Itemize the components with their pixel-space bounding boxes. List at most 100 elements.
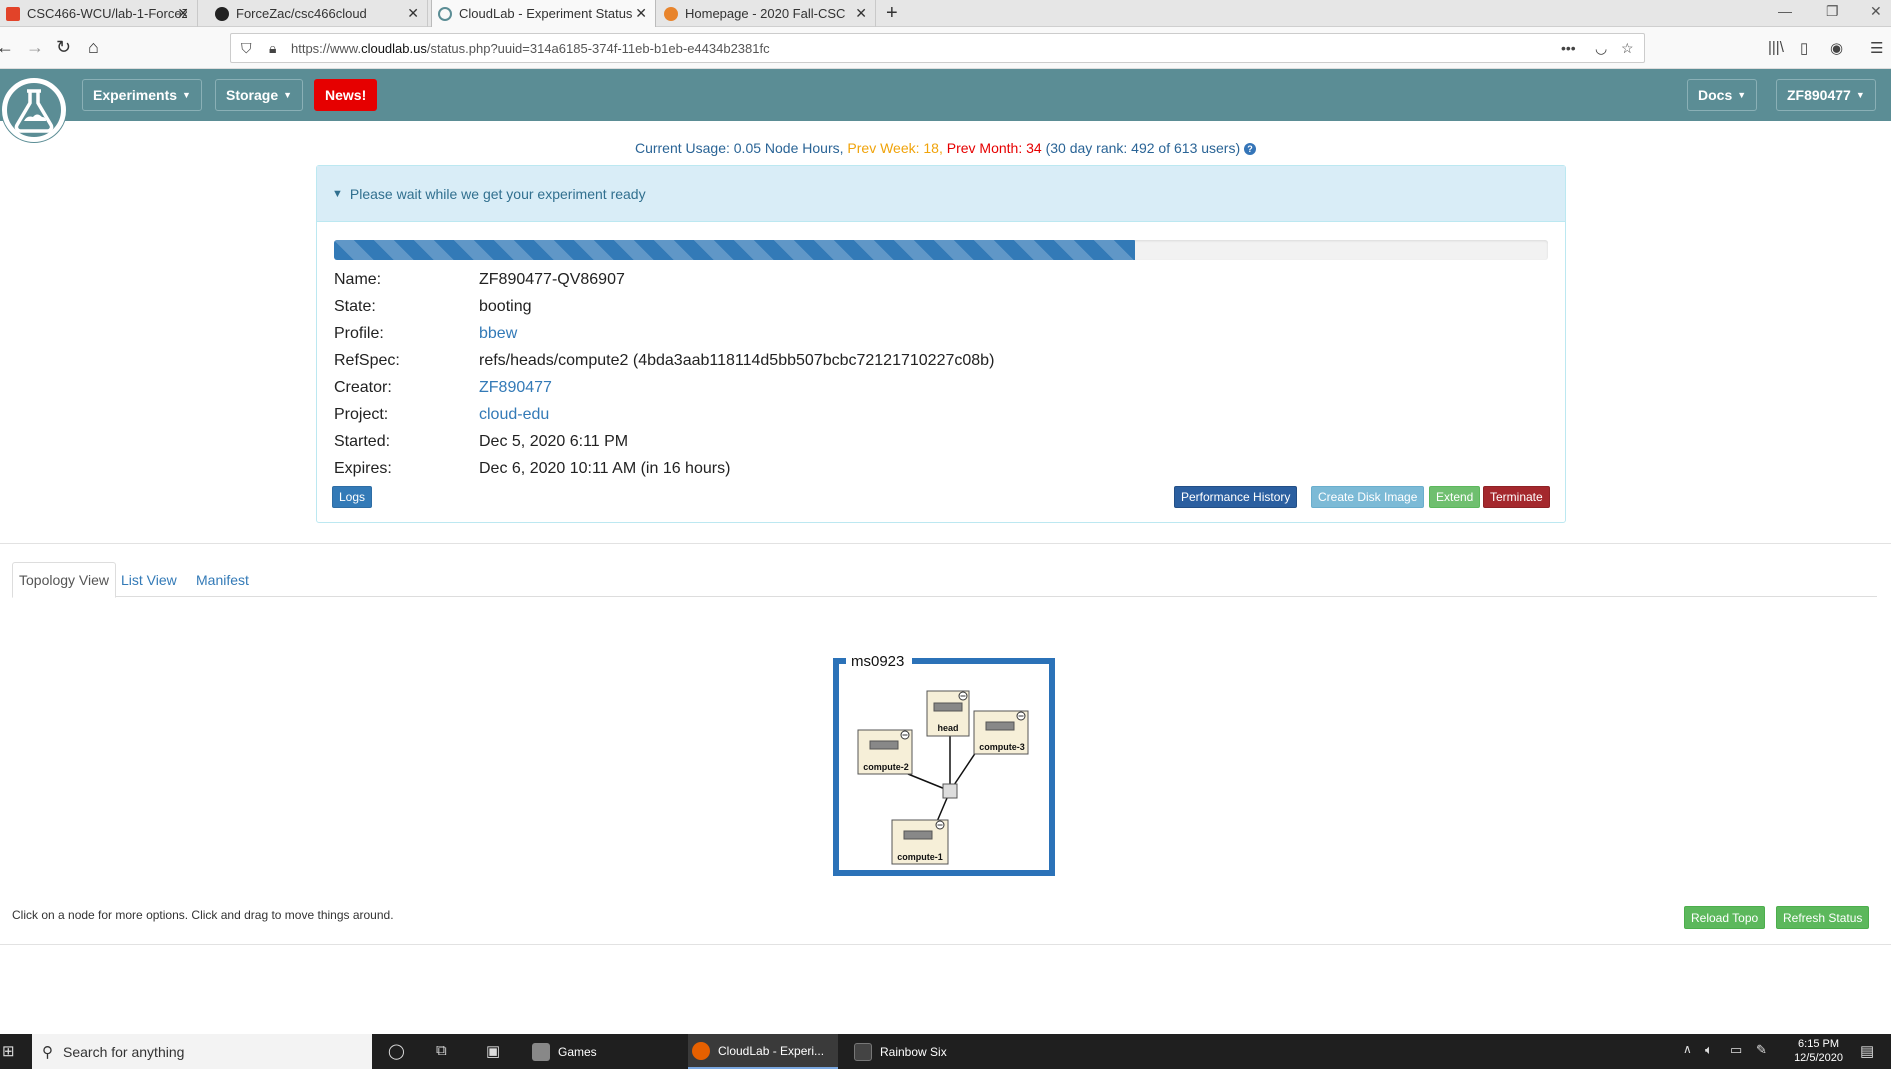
state-value: booting	[479, 298, 532, 315]
refresh-status-button[interactable]: Refresh Status	[1776, 906, 1870, 929]
browser-tab-bar: CSC466-WCU/lab-1-ForceZac ✕ ForceZac/csc…	[0, 0, 1891, 27]
create-disk-image-button[interactable]: Create Disk Image	[1311, 486, 1425, 508]
home-icon[interactable]: ⌂	[88, 37, 99, 58]
rainbow-six-label: Rainbow Six	[880, 1044, 947, 1059]
url-path: /status.php?uuid=314a6185-374f-11eb-b1eb…	[426, 41, 770, 56]
tab-topology-view[interactable]: Topology View	[12, 562, 117, 598]
menu-icon[interactable]: ☰	[1870, 39, 1883, 57]
performance-history-button[interactable]: Performance History	[1174, 486, 1298, 508]
system-clock[interactable]: 6:15 PM 12/5/2020	[1794, 1037, 1843, 1065]
forward-icon[interactable]: →	[26, 37, 44, 58]
terminate-button[interactable]: Terminate	[1483, 486, 1550, 508]
docs-menu[interactable]: Docs ▼	[1687, 79, 1758, 111]
node-compute-3[interactable]: compute-3	[973, 710, 1029, 755]
storage-menu[interactable]: Storage ▼	[215, 79, 304, 111]
chevron-up-icon[interactable]: ∧	[1683, 1042, 1692, 1056]
back-icon[interactable]: ←	[0, 37, 14, 58]
lock-icon[interactable]: 🔒︎	[269, 40, 276, 57]
bookmark-star-icon[interactable]: ☆	[1621, 40, 1634, 57]
user-label: ZF890477	[1787, 87, 1851, 103]
task-view-icon[interactable]: ⧉	[436, 1042, 447, 1059]
caret-down-icon: ▼	[1855, 90, 1865, 100]
taskbar-search[interactable]: ⚲ Search for anything	[32, 1034, 372, 1069]
volume-icon[interactable]: 🔈︎	[1705, 1042, 1713, 1058]
windows-start-icon[interactable]: ⊞	[2, 1042, 15, 1060]
search-placeholder: Search for anything	[63, 1043, 185, 1060]
extend-button[interactable]: Extend	[1429, 486, 1481, 508]
news-button[interactable]: News!	[314, 79, 378, 111]
network-icon[interactable]: ▭	[1730, 1042, 1742, 1058]
tab-title: Homepage - 2020 Fall-CSC466-	[685, 6, 845, 21]
cloudlab-icon	[438, 6, 452, 21]
user-menu[interactable]: ZF890477 ▼	[1776, 79, 1876, 111]
more-icon[interactable]: •••	[1561, 40, 1576, 56]
close-icon[interactable]: ✕	[635, 5, 647, 22]
taskbar-app-firefox[interactable]: CloudLab - Experi...	[688, 1034, 838, 1069]
storage-label: Storage	[226, 87, 279, 103]
taskbar-app-games[interactable]: Games	[530, 1034, 680, 1069]
rainbow-six-icon	[854, 1042, 872, 1061]
url-bar[interactable]: ⛉ 🔒︎ https://www.cloudlab.us/status.php?…	[230, 33, 1645, 63]
creator-link[interactable]: ZF890477	[479, 379, 552, 397]
logs-button[interactable]: Logs	[332, 486, 373, 508]
cortana-icon[interactable]: ◯	[388, 1042, 405, 1060]
node-compute-2[interactable]: compute-2	[857, 729, 913, 775]
project-label: Project:	[334, 406, 389, 423]
node-label-compute-2: compute-2	[863, 762, 909, 772]
progress-bar	[334, 240, 1548, 260]
node-label-compute-3: compute-3	[979, 742, 1025, 752]
tab-list-view[interactable]: List View	[115, 562, 183, 597]
tab-manifest[interactable]: Manifest	[190, 562, 255, 597]
project-link[interactable]: cloud-edu	[479, 406, 549, 424]
file-explorer-icon[interactable]: ▣	[486, 1042, 500, 1060]
browser-nav-bar: ← → ↻ ⌂ ⛉ 🔒︎ https://www.cloudlab.us/sta…	[0, 27, 1891, 69]
window-close-icon[interactable]: ✕	[1870, 3, 1882, 20]
library-icon[interactable]: |||\	[1768, 39, 1784, 56]
minimize-icon[interactable]: —	[1778, 3, 1792, 19]
started-value: Dec 5, 2020 6:11 PM	[479, 433, 629, 450]
node-head[interactable]: head	[926, 690, 970, 737]
docs-label: Docs	[1698, 87, 1733, 103]
help-icon[interactable]: ?	[1244, 143, 1257, 155]
cloudlab-logo[interactable]	[2, 78, 66, 142]
experiments-menu[interactable]: Experiments ▼	[82, 79, 202, 111]
firefox-window-label: CloudLab - Experi...	[718, 1043, 825, 1058]
lan-switch[interactable]	[942, 783, 958, 799]
name-value: ZF890477-QV86907	[479, 271, 625, 288]
creator-label: Creator:	[334, 379, 392, 396]
browser-tab-cloudlab[interactable]: CloudLab - Experiment Status ✕	[431, 0, 656, 27]
sidebar-icon[interactable]: ▯	[1800, 39, 1808, 57]
prev-week-usage: Prev Week: 18,	[847, 140, 943, 156]
notifications-icon[interactable]: ▤	[1860, 1042, 1874, 1060]
browser-tab-gitlab[interactable]: CSC466-WCU/lab-1-ForceZac ✕	[0, 0, 198, 27]
browser-tab-course[interactable]: Homepage - 2020 Fall-CSC466- ✕	[658, 0, 876, 27]
shield-icon[interactable]: ⛉	[241, 40, 252, 57]
panel-heading[interactable]: ▼ Please wait while we get your experime…	[317, 166, 1565, 222]
account-icon[interactable]: ◉	[1830, 39, 1843, 57]
experiment-status-panel: ▼ Please wait while we get your experime…	[316, 165, 1566, 523]
pocket-icon[interactable]: ◡	[1595, 40, 1607, 57]
browser-tab-github[interactable]: ForceZac/csc466cloud ✕	[209, 0, 428, 27]
reload-icon[interactable]: ↻	[56, 37, 71, 58]
flask-icon	[14, 89, 54, 133]
refspec-label: RefSpec:	[334, 352, 400, 369]
course-icon	[664, 6, 678, 21]
pen-icon[interactable]: ✎	[1756, 1042, 1767, 1058]
reload-topo-button[interactable]: Reload Topo	[1684, 906, 1766, 929]
tab-title: CloudLab - Experiment Status	[459, 6, 633, 21]
new-tab-icon[interactable]: +	[886, 2, 898, 25]
close-icon[interactable]: ✕	[855, 5, 867, 22]
clock-time: 6:15 PM	[1798, 1038, 1840, 1050]
taskbar-app-rainbow-six[interactable]: Rainbow Six	[850, 1034, 1000, 1069]
url-text[interactable]: https://www.cloudlab.us/status.php?uuid=…	[291, 41, 770, 56]
taskbar: ⊞ ⚲ Search for anything ◯ ⧉ ▣ Games Clou…	[0, 1034, 1891, 1069]
restore-icon[interactable]: ❐	[1826, 3, 1839, 20]
games-label: Games	[558, 1044, 597, 1059]
close-icon[interactable]: ✕	[407, 5, 419, 22]
node-compute-1[interactable]: compute-1	[891, 819, 949, 865]
topology-graph[interactable]: ms0923 head compute-3 compute-2 compute-…	[830, 651, 1060, 881]
profile-link[interactable]: bbew	[479, 325, 517, 343]
close-icon[interactable]: ✕	[177, 5, 189, 22]
node-label-compute-1: compute-1	[897, 852, 943, 862]
view-tabs: Topology View List View Manifest	[12, 562, 1877, 598]
